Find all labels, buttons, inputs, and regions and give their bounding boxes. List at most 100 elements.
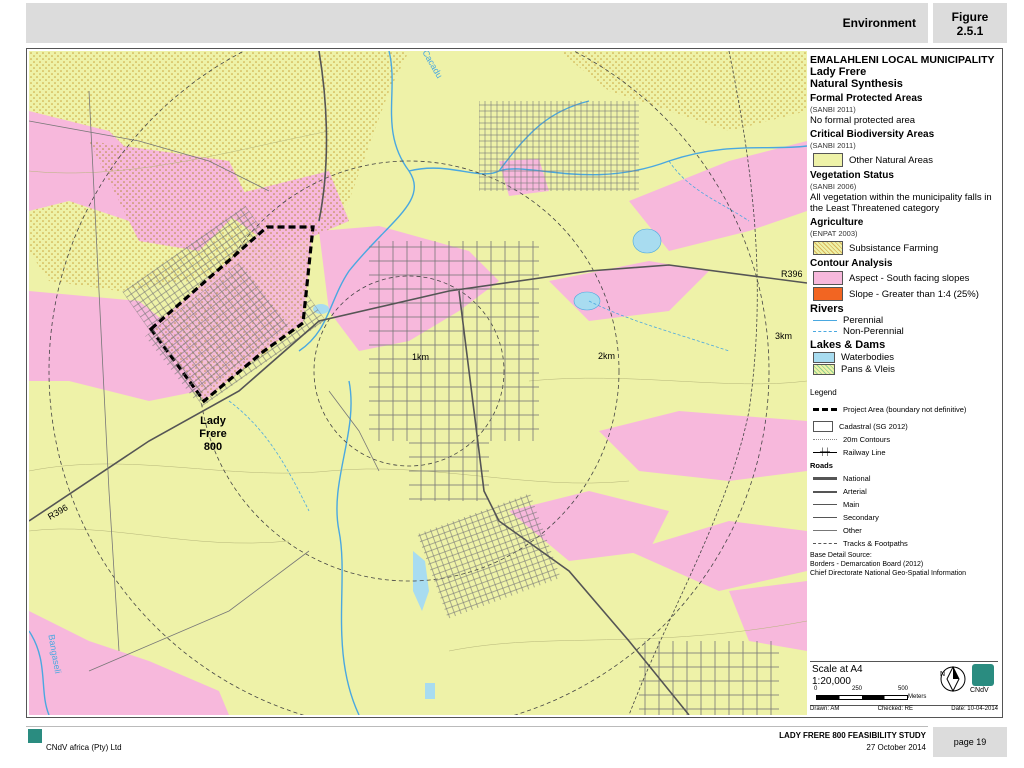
legend-base-src1: Base Detail Source: [810, 552, 872, 559]
cndv-logo-icon [972, 664, 994, 686]
slope-swatch [813, 287, 843, 301]
legend-base-src3: Chief Directorate National Geo-Spatial I… [810, 570, 967, 577]
svg-text:N: N [940, 671, 945, 678]
legend-lake1: Waterbodies [841, 352, 894, 363]
place-line-1: Lady [200, 415, 226, 427]
legend-rivers-title: Rivers [810, 303, 844, 315]
legend-lake2-row: Pans & Vleis [810, 364, 998, 375]
legend-contours-row: 20m Contours [810, 434, 998, 445]
pans-swatch [813, 364, 835, 375]
scale-tick-500: 500 [898, 686, 909, 692]
legend-main-row: Main [810, 499, 998, 510]
north-arrow-icon: N [938, 664, 968, 694]
railway-line: ┼┼ [813, 449, 837, 456]
legend-panel: EMALAHLENI LOCAL MUNICIPALITY Lady Frere… [810, 51, 998, 659]
legend-river1-row: Perennial [810, 315, 998, 326]
ring-label-2km: 2km [598, 351, 616, 361]
legend-project: Lady Frere [810, 66, 867, 78]
legend-roads-title: Roads [810, 461, 833, 470]
legend-cba-item: Other Natural Areas [849, 154, 933, 166]
waterbody-swatch [813, 352, 835, 363]
place-line-3: 800 [203, 441, 223, 453]
footer-company: CNdV africa (Pty) Ltd [46, 743, 122, 752]
legend-secondary-row: Secondary [810, 512, 998, 523]
road-label-east: R396 [781, 269, 803, 279]
legend-project-area: Project Area (boundary not definitive) [843, 405, 967, 414]
scale-ratio: 1:20,000 [812, 676, 851, 687]
scale-tick-0: 0 [814, 686, 818, 692]
map-area: R396 R396 1km 2km 3km Cacadu Bangaseli L… [29, 51, 807, 715]
legend-slope-row: Slope - Greater than 1:4 (25%) [810, 287, 998, 301]
legend-agri-title: Agriculture [810, 217, 864, 228]
non-perennial-line [813, 331, 837, 332]
legend-lake1-row: Waterbodies [810, 352, 998, 363]
legend-lake2: Pans & Vleis [841, 364, 895, 375]
legend-protected-note: No formal protected area [810, 115, 916, 126]
footer-study-block: LADY FRERE 800 FEASIBILITY STUDY 27 Octo… [680, 731, 926, 752]
legend-road-tracks: Tracks & Footpaths [843, 539, 908, 548]
place-label-lady-frere: Lady Frere 800 [191, 415, 235, 454]
footer-company-block: CNdV africa (Pty) Ltd [26, 727, 296, 759]
secondary-road-line [813, 517, 837, 518]
main-road-line [813, 504, 837, 505]
legend-veg-src: (SANBI 2006) [810, 182, 857, 191]
legend-base-src2: Borders - Demarcation Board (2012) [810, 561, 924, 568]
scale-unit: Meters [908, 694, 927, 700]
legend-municipality: EMALAHLENI LOCAL MUNICIPALITY [810, 54, 995, 66]
aspect-swatch [813, 271, 843, 285]
legend-railway: Railway Line [843, 448, 886, 457]
legend-road-other: Other [843, 526, 862, 535]
legend-agri-item: Subsistance Farming [849, 242, 939, 254]
date-label: Date: 10-04-2014 [951, 706, 998, 712]
ring-label-1km: 1km [412, 352, 430, 362]
ring-label-3km: 3km [775, 331, 793, 341]
header-bar: Environment [26, 3, 928, 43]
legend-cba-src: (SANBI 2011) [810, 141, 856, 150]
legend-veg-note: All vegetation within the municipality f… [810, 192, 992, 214]
legend-road-secondary: Secondary [843, 513, 879, 522]
national-road-line [813, 477, 837, 480]
arterial-road-line [813, 490, 837, 493]
legend-heading: Legend [810, 388, 837, 397]
legend-river2-row: Non-Perennial [810, 326, 998, 337]
legend-road-main: Main [843, 500, 860, 509]
legend-river1: Perennial [843, 315, 884, 326]
legend-tracks-row: Tracks & Footpaths [810, 538, 998, 549]
drawn-by-row: Drawn: AM Checked: RE Date: 10-04-2014 [810, 705, 998, 716]
scale-label: Scale at A4 [812, 664, 863, 675]
legend-slope-item: Slope - Greater than 1:4 (25%) [849, 288, 979, 300]
figure-number: 2.5.1 [956, 24, 984, 38]
project-boundary-line [813, 408, 837, 411]
drawn-label: Drawn: AM [810, 706, 840, 712]
legend-project-row: Project Area (boundary not definitive) [810, 404, 998, 415]
legend-protected-src: (SANBI 2011) [810, 105, 856, 114]
legend-road-arterial: Arterial [843, 487, 867, 496]
legend-agri-row: Subsistance Farming [810, 241, 998, 255]
legend-contour-title: Contour Analysis [810, 258, 893, 269]
legend-aspect-row: Aspect - South facing slopes [810, 271, 998, 285]
legend-other-row: Other [810, 525, 998, 536]
footer-logo-icon [28, 729, 42, 743]
legend-protected-title: Formal Protected Areas [810, 93, 923, 104]
cadastral-swatch [813, 421, 833, 432]
natural-swatch [813, 153, 843, 167]
legend-arterial-row: Arterial [810, 486, 998, 497]
legend-cba-row: Other Natural Areas [810, 153, 998, 167]
scale-company: CNdV [970, 687, 989, 694]
legend-road-national: National [843, 474, 871, 483]
figure-label: Figure [951, 10, 989, 24]
map-graphic [29, 51, 807, 715]
legend-railway-row: ┼┼ Railway Line [810, 447, 998, 458]
page-number: page 19 [933, 727, 1007, 757]
legend-river2: Non-Perennial [843, 326, 904, 337]
farming-swatch [813, 241, 843, 255]
perennial-line [813, 320, 837, 321]
tracks-line [813, 543, 837, 544]
legend-contours: 20m Contours [843, 435, 891, 444]
other-road-line [813, 530, 837, 531]
legend-aspect-item: Aspect - South facing slopes [849, 272, 970, 284]
checked-label: Checked: RE [877, 706, 913, 712]
legend-cadastral: Cadastral (SG 2012) [839, 422, 908, 431]
legend-cadastral-row: Cadastral (SG 2012) [810, 421, 998, 432]
scale-bar [816, 695, 908, 700]
